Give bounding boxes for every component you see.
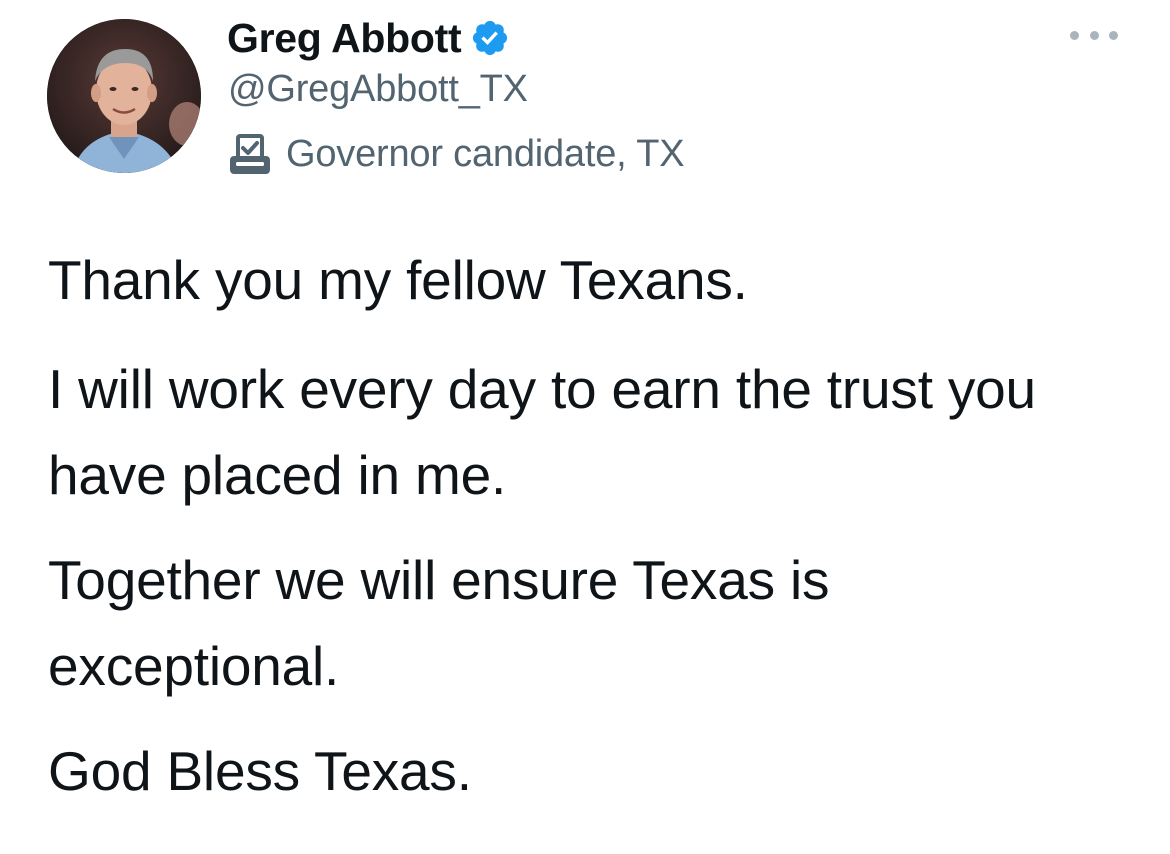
- ballot-box-icon: [226, 130, 274, 178]
- avatar-photo: [47, 19, 201, 173]
- tweet-paragraph: I will work every day to earn the trust …: [48, 358, 1036, 506]
- avatar[interactable]: [47, 19, 201, 173]
- tweet-card: Greg Abbott @GregAbbott_TX Governor cand…: [0, 0, 1170, 854]
- more-dot: [1109, 30, 1118, 40]
- more-options-icon[interactable]: [1070, 24, 1118, 46]
- tweet-paragraph: Thank you my fellow Texans.: [48, 249, 748, 311]
- display-name[interactable]: Greg Abbott: [227, 15, 462, 62]
- verified-badge-icon: [470, 18, 510, 58]
- more-dot: [1089, 30, 1099, 40]
- tweet-paragraph: Together we will ensure Texas is excepti…: [48, 549, 830, 697]
- affiliation-label: Governor candidate, TX: [226, 128, 685, 180]
- tweet-paragraph: God Bless Texas.: [48, 740, 472, 802]
- more-dot: [1070, 30, 1079, 40]
- author-row: Greg Abbott: [227, 12, 510, 64]
- affiliation-label-text[interactable]: Governor candidate, TX: [286, 133, 685, 176]
- handle[interactable]: @GregAbbott_TX: [228, 68, 528, 111]
